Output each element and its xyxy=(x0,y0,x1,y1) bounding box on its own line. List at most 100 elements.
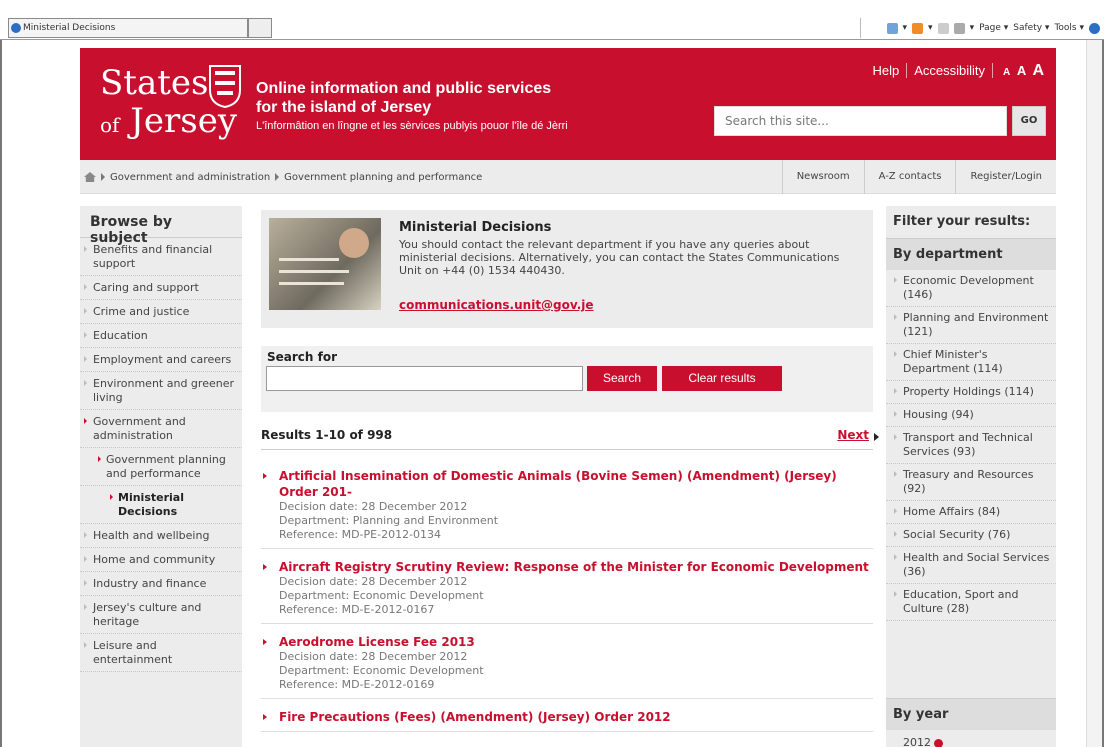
help-icon[interactable] xyxy=(1089,22,1100,34)
department-filter-item[interactable]: Planning and Environment (121) xyxy=(886,307,1056,344)
sidebar-item[interactable]: Jersey's culture and heritage xyxy=(80,596,242,634)
department-filter-item[interactable]: Health and Social Services (36) xyxy=(886,547,1056,584)
search-panel: Search for Search Clear results xyxy=(261,346,873,412)
sidebar-item[interactable]: Employment and careers xyxy=(80,348,242,372)
vertical-scrollbar[interactable] xyxy=(1086,40,1102,747)
by-department-heading: By department xyxy=(886,238,1056,270)
rss-feed-icon[interactable] xyxy=(912,22,924,34)
home-icon[interactable] xyxy=(886,22,898,34)
tools-menu[interactable]: Tools ▾ xyxy=(1054,23,1084,33)
sidebar-item[interactable]: Crime and justice xyxy=(80,300,242,324)
browser-toolbar: Ministerial Decisions ▾ ▾ ▾ Page ▾ Safet… xyxy=(0,0,1104,40)
result-reference: Reference: MD-E-2012-0169 xyxy=(279,678,435,691)
site-search-input[interactable]: Search this site... xyxy=(714,106,1007,136)
logo-states[interactable]: States xyxy=(100,64,208,102)
tab-title: Ministerial Decisions xyxy=(23,23,116,33)
sidebar-item[interactable]: Government planning and performance xyxy=(80,448,242,486)
page-menu[interactable]: Page ▾ xyxy=(979,23,1008,33)
result-title-link[interactable]: Aerodrome License Fee 2013 xyxy=(279,634,873,650)
print-icon[interactable] xyxy=(953,22,965,34)
breadcrumb-separator-icon xyxy=(275,173,280,181)
department-filter-item[interactable]: Chief Minister's Department (114) xyxy=(886,344,1056,381)
decision-search-input[interactable] xyxy=(266,366,583,391)
accessibility-link[interactable]: Accessibility xyxy=(907,63,994,78)
utility-links: Help Accessibility A A A xyxy=(866,62,1045,80)
next-arrow-icon[interactable] xyxy=(874,433,879,441)
az-contacts-link[interactable]: A-Z contacts xyxy=(863,160,956,194)
contact-email-link[interactable]: communications.unit@gov.je xyxy=(399,298,594,312)
breadcrumb-item[interactable]: Government planning and performance xyxy=(284,172,482,183)
department-filter-item[interactable]: Property Holdings (114) xyxy=(886,381,1056,404)
logo-jersey[interactable]: of Jersey xyxy=(100,102,237,144)
sidebar-item[interactable]: Education xyxy=(80,324,242,348)
result-department: Department: Economic Development xyxy=(279,589,484,602)
department-filter-list: Economic Development (146) Planning and E… xyxy=(886,270,1056,621)
result-reference: Reference: MD-PE-2012-0134 xyxy=(279,528,442,541)
search-label: Search for xyxy=(267,350,338,364)
year-filter: By year 2012 xyxy=(886,698,1056,747)
sidebar-item[interactable]: Home and community xyxy=(80,548,242,572)
year-filter-item[interactable]: 2012 xyxy=(886,730,1056,747)
quick-links: Newsroom A-Z contacts Register/Login xyxy=(781,160,1056,194)
breadcrumb-item[interactable]: Government and administration xyxy=(110,172,270,183)
filing-cabinet-image xyxy=(269,218,381,310)
breadcrumb: Government and administration Government… xyxy=(84,160,482,194)
department-filter-item[interactable]: Home Affairs (84) xyxy=(886,501,1056,524)
intro-title: Ministerial Decisions xyxy=(399,220,552,235)
search-button[interactable]: Search xyxy=(587,366,657,391)
page: States of Jersey Online information and … xyxy=(80,48,1056,747)
help-link[interactable]: Help xyxy=(866,63,908,78)
register-login-link[interactable]: Register/Login xyxy=(955,160,1056,194)
filter-panel: Filter your results: By department Econo… xyxy=(886,206,1056,747)
tagline: Online information and public services xyxy=(256,80,552,97)
ie-logo-icon xyxy=(11,23,21,33)
breadcrumb-bar: Government and administration Government… xyxy=(80,160,1056,194)
sidebar-item[interactable]: Caring and support xyxy=(80,276,242,300)
browser-tab[interactable]: Ministerial Decisions xyxy=(8,18,248,38)
new-tab-button[interactable] xyxy=(248,18,272,38)
department-filter-item[interactable]: Transport and Technical Services (93) xyxy=(886,427,1056,464)
result-item: Fire Precautions (Fees) (Amendment) (Jer… xyxy=(261,699,873,732)
sidebar-item[interactable]: Government and administration xyxy=(80,410,242,448)
safety-menu[interactable]: Safety ▾ xyxy=(1013,23,1049,33)
text-size-controls: A A A xyxy=(993,62,1044,80)
text-size-medium[interactable]: A xyxy=(1017,63,1026,78)
text-size-large[interactable]: A xyxy=(1032,62,1044,79)
result-reference: Reference: MD-E-2012-0167 xyxy=(279,603,435,616)
results-bar: Results 1-10 of 998 Next xyxy=(261,424,879,450)
expand-icon[interactable] xyxy=(934,738,943,747)
sidebar-item[interactable]: Leisure and entertainment xyxy=(80,634,242,672)
result-date: Decision date: 28 December 2012 xyxy=(279,650,468,663)
results-count: Results 1-10 of 998 xyxy=(261,428,393,442)
department-filter-item[interactable]: Treasury and Resources (92) xyxy=(886,464,1056,501)
results-list: Artificial Insemination of Domestic Anim… xyxy=(261,458,873,732)
department-filter-item[interactable]: Housing (94) xyxy=(886,404,1056,427)
next-page-link[interactable]: Next xyxy=(837,428,869,442)
result-title-link[interactable]: Fire Precautions (Fees) (Amendment) (Jer… xyxy=(279,709,873,725)
text-size-small[interactable]: A xyxy=(1003,67,1010,78)
by-year-heading: By year xyxy=(886,698,1056,730)
result-date: Decision date: 28 December 2012 xyxy=(279,500,468,513)
browse-heading: Browse by subject xyxy=(80,206,242,246)
sidebar-item[interactable]: Industry and finance xyxy=(80,572,242,596)
result-title-link[interactable]: Aircraft Registry Scrutiny Review: Respo… xyxy=(279,559,873,575)
sidebar-item[interactable]: Environment and greener living xyxy=(80,372,242,410)
result-title-link[interactable]: Artificial Insemination of Domestic Anim… xyxy=(279,468,873,500)
sidebar-item[interactable]: Health and wellbeing xyxy=(80,524,242,548)
result-item: Aircraft Registry Scrutiny Review: Respo… xyxy=(261,549,873,624)
sidebar-item[interactable]: Benefits and financial support xyxy=(80,238,242,276)
clear-results-button[interactable]: Clear results xyxy=(662,366,782,391)
go-button[interactable]: GO xyxy=(1012,106,1046,136)
result-department: Department: Planning and Environment xyxy=(279,514,499,527)
tagline-jerriais: L'înformâtion en lîngne et les sèrvices … xyxy=(256,120,568,132)
department-filter-item[interactable]: Education, Sport and Culture (28) xyxy=(886,584,1056,621)
browse-by-subject: Browse by subject Benefits and financial… xyxy=(80,206,242,747)
newsroom-link[interactable]: Newsroom xyxy=(781,160,864,194)
department-filter-item[interactable]: Economic Development (146) xyxy=(886,270,1056,307)
tagline-line2: for the island of Jersey xyxy=(256,99,432,116)
read-mail-icon[interactable] xyxy=(937,22,949,34)
home-icon[interactable] xyxy=(84,172,96,182)
sidebar-item[interactable]: Ministerial Decisions xyxy=(80,486,242,524)
result-department: Department: Economic Development xyxy=(279,664,484,677)
department-filter-item[interactable]: Social Security (76) xyxy=(886,524,1056,547)
